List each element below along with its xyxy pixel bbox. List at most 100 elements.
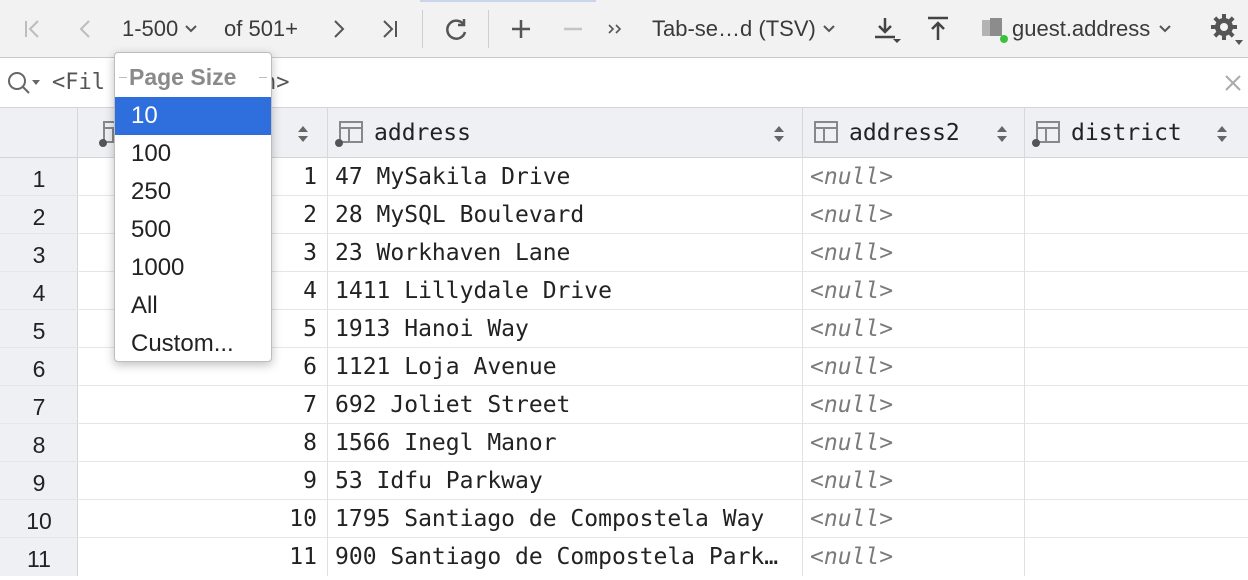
next-page-button[interactable]	[324, 0, 354, 58]
chevron-left-icon	[76, 18, 94, 40]
page-range-label: 1-500	[122, 16, 179, 41]
table-row[interactable]: 8 8 1566 Inegl Manor <null>	[0, 424, 1248, 462]
chevron-down-icon	[822, 24, 836, 34]
toolbar-separator	[488, 10, 489, 48]
table-row[interactable]: 10 10 1795 Santiago de Compostela Way <n…	[0, 500, 1248, 538]
popup-title-divider	[119, 77, 127, 78]
page-size-option-500[interactable]: 500	[115, 211, 271, 249]
cell-district[interactable]	[1025, 538, 1248, 576]
cell-address2[interactable]: <null>	[803, 424, 1025, 462]
column-name-address: address	[374, 120, 471, 146]
cell-address2[interactable]: <null>	[803, 500, 1025, 538]
cell-address[interactable]: 1121 Loja Avenue	[328, 348, 803, 386]
column-header-district[interactable]: district	[1025, 108, 1248, 158]
page-size-option-100[interactable]: 100	[115, 135, 271, 173]
page-size-option-1000[interactable]: 1000	[115, 249, 271, 287]
row-number: 4	[32, 280, 46, 306]
cell-address2[interactable]: <null>	[803, 158, 1025, 196]
search-icon[interactable]	[6, 70, 44, 101]
cell-district[interactable]	[1025, 500, 1248, 538]
sort-icon[interactable]	[1215, 124, 1229, 149]
cell-id[interactable]: 8	[78, 424, 328, 462]
table-row[interactable]: 11 11 900 Santiago de Compostela Park… <…	[0, 538, 1248, 576]
sort-icon[interactable]	[772, 124, 786, 149]
popup-title-label: Page Size	[129, 57, 237, 97]
page-size-option-custom[interactable]: Custom...	[115, 325, 271, 363]
cell-address2[interactable]: <null>	[803, 310, 1025, 348]
cell-address2[interactable]: <null>	[803, 196, 1025, 234]
cell-district[interactable]	[1025, 158, 1248, 196]
download-button[interactable]	[868, 0, 904, 58]
column-header-address2[interactable]: address2	[803, 108, 1025, 158]
cell-address[interactable]: 53 Idfu Parkway	[328, 462, 803, 500]
cell-id[interactable]: 11	[78, 538, 328, 576]
upload-button[interactable]	[920, 0, 956, 58]
page-size-option-10[interactable]: 10	[115, 97, 271, 135]
filter-placeholder: <Fil	[52, 70, 105, 95]
row-number: 6	[32, 356, 46, 382]
cell-address[interactable]: 1411 Lillydale Drive	[328, 272, 803, 310]
first-page-button[interactable]	[16, 0, 50, 58]
cell-address[interactable]: 900 Santiago de Compostela Park…	[328, 538, 803, 576]
cell-id[interactable]: 7	[78, 386, 328, 424]
row-number: 8	[32, 432, 46, 458]
toolbar-separator	[422, 10, 423, 48]
clear-filter-icon[interactable]	[1222, 72, 1244, 99]
page-range-selector[interactable]: 1-500	[122, 0, 214, 58]
cell-id[interactable]: 9	[78, 462, 328, 500]
double-chevron-right-icon	[606, 22, 624, 36]
column-header-address[interactable]: address	[328, 108, 803, 158]
datasource-icon	[978, 14, 1008, 44]
settings-button[interactable]	[1206, 0, 1246, 58]
column-icon	[809, 120, 841, 153]
more-actions-button[interactable]	[600, 0, 630, 58]
minus-icon	[562, 18, 584, 40]
delete-row-button[interactable]	[556, 0, 590, 58]
table-row[interactable]: 7 7 692 Joliet Street <null>	[0, 386, 1248, 424]
page-size-option-all[interactable]: All	[115, 287, 271, 325]
add-row-button[interactable]	[504, 0, 538, 58]
datasource-selector[interactable]: guest.address	[978, 0, 1190, 58]
download-icon	[871, 14, 901, 44]
row-number: 7	[32, 394, 46, 420]
cell-address[interactable]: 47 MySakila Drive	[328, 158, 803, 196]
cell-district[interactable]	[1025, 234, 1248, 272]
cell-address2[interactable]: <null>	[803, 462, 1025, 500]
cell-district[interactable]	[1025, 196, 1248, 234]
cell-address[interactable]: 28 MySQL Boulevard	[328, 196, 803, 234]
cell-district[interactable]	[1025, 386, 1248, 424]
cell-address[interactable]: 1795 Santiago de Compostela Way	[328, 500, 803, 538]
previous-page-button[interactable]	[70, 0, 100, 58]
sort-icon[interactable]	[296, 124, 310, 149]
cell-address[interactable]: 1913 Hanoi Way	[328, 310, 803, 348]
cell-district[interactable]	[1025, 272, 1248, 310]
table-row[interactable]: 9 9 53 Idfu Parkway <null>	[0, 462, 1248, 500]
row-number: 2	[32, 204, 46, 230]
cell-address[interactable]: 1566 Inegl Manor	[328, 424, 803, 462]
cell-address2[interactable]: <null>	[803, 386, 1025, 424]
cell-address2[interactable]: <null>	[803, 348, 1025, 386]
sort-icon[interactable]	[995, 124, 1009, 149]
cell-address2[interactable]: <null>	[803, 272, 1025, 310]
cell-address[interactable]: 23 Workhaven Lane	[328, 234, 803, 272]
column-icon	[1031, 120, 1063, 153]
cell-district[interactable]	[1025, 310, 1248, 348]
cell-id[interactable]: 10	[78, 500, 328, 538]
page-size-option-250[interactable]: 250	[115, 173, 271, 211]
last-page-button[interactable]	[372, 0, 406, 58]
cell-address2[interactable]: <null>	[803, 234, 1025, 272]
row-number: 10	[26, 508, 52, 534]
cell-district[interactable]	[1025, 348, 1248, 386]
chevron-down-icon	[1158, 24, 1172, 34]
refresh-button[interactable]	[436, 0, 476, 58]
export-format-selector[interactable]: Tab-se…d (TSV)	[652, 0, 852, 58]
cell-address[interactable]: 692 Joliet Street	[328, 386, 803, 424]
first-page-icon	[22, 18, 44, 40]
datasource-label: guest.address	[1012, 16, 1151, 41]
cell-district[interactable]	[1025, 462, 1248, 500]
cell-district[interactable]	[1025, 424, 1248, 462]
popup-title-divider	[259, 77, 267, 78]
cell-address2[interactable]: <null>	[803, 538, 1025, 576]
column-icon	[334, 120, 366, 153]
chevron-right-icon	[330, 18, 348, 40]
